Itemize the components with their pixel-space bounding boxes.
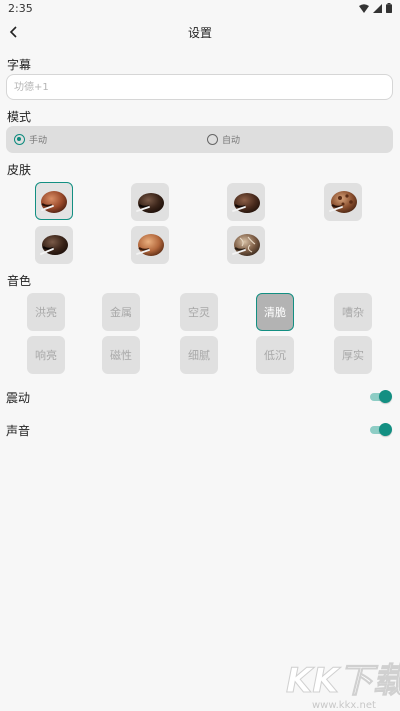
- wooden-fish-icon: [136, 234, 164, 256]
- skin-option-6[interactable]: [131, 226, 169, 264]
- mode-label: 模式: [7, 110, 32, 124]
- skin-option-1[interactable]: [35, 182, 73, 220]
- tone-button[interactable]: 空灵: [180, 293, 218, 331]
- mode-auto-radio[interactable]: 自动: [207, 133, 240, 146]
- tone-button-selected[interactable]: 清脆: [256, 293, 294, 331]
- skin-label: 皮肤: [7, 163, 32, 177]
- skin-option-2[interactable]: [131, 183, 169, 221]
- switch-knob: [379, 423, 392, 436]
- mode-manual-label: 手动: [29, 136, 48, 146]
- wooden-fish-icon: [329, 191, 357, 213]
- status-bar: 2:35: [0, 0, 400, 18]
- vibration-label: 震动: [6, 391, 31, 405]
- mode-auto-label: 自动: [222, 136, 241, 146]
- header: 设置: [0, 18, 400, 46]
- mode-manual-radio[interactable]: 手动: [14, 133, 47, 146]
- switch-knob: [379, 390, 392, 403]
- skin-option-3[interactable]: [227, 183, 265, 221]
- subtitle-label: 字幕: [7, 58, 32, 72]
- status-icons: [359, 3, 392, 13]
- tone-button[interactable]: 嘈杂: [334, 293, 372, 331]
- tone-button[interactable]: 细腻: [180, 336, 218, 374]
- mode-radio-group: 手动 自动: [6, 126, 393, 153]
- tone-button[interactable]: 厚实: [334, 336, 372, 374]
- radio-checked-icon: [14, 134, 25, 145]
- wooden-fish-icon: [41, 191, 67, 213]
- tone-button[interactable]: 低沉: [256, 336, 294, 374]
- kk-watermark-logo: KK下载 www.kkx.net: [286, 661, 400, 711]
- skin-option-5[interactable]: [35, 226, 73, 264]
- tone-button[interactable]: 金属: [102, 293, 140, 331]
- vibration-toggle[interactable]: [370, 390, 392, 404]
- battery-icon: [386, 3, 392, 13]
- tone-button[interactable]: 响亮: [27, 336, 65, 374]
- radio-unchecked-icon: [207, 134, 218, 145]
- sound-toggle[interactable]: [370, 423, 392, 437]
- signal-icon: [373, 3, 382, 13]
- skin-option-4[interactable]: [324, 183, 362, 221]
- tone-button[interactable]: 洪亮: [27, 293, 65, 331]
- skin-option-7[interactable]: [227, 226, 265, 264]
- svg-text:KK下载: KK下载: [286, 661, 400, 701]
- wooden-fish-icon: [232, 234, 260, 256]
- svg-text:www.kkx.net: www.kkx.net: [312, 700, 376, 711]
- tone-label: 音色: [7, 274, 32, 288]
- wooden-fish-icon: [40, 235, 68, 255]
- status-time: 2:35: [8, 2, 33, 15]
- page-title: 设置: [187, 26, 212, 40]
- wooden-fish-icon: [136, 193, 164, 213]
- wooden-fish-icon: [232, 193, 260, 213]
- sound-label: 声音: [6, 424, 31, 438]
- tone-button[interactable]: 磁性: [102, 336, 140, 374]
- subtitle-input[interactable]: [6, 74, 393, 100]
- wifi-icon: [359, 3, 369, 13]
